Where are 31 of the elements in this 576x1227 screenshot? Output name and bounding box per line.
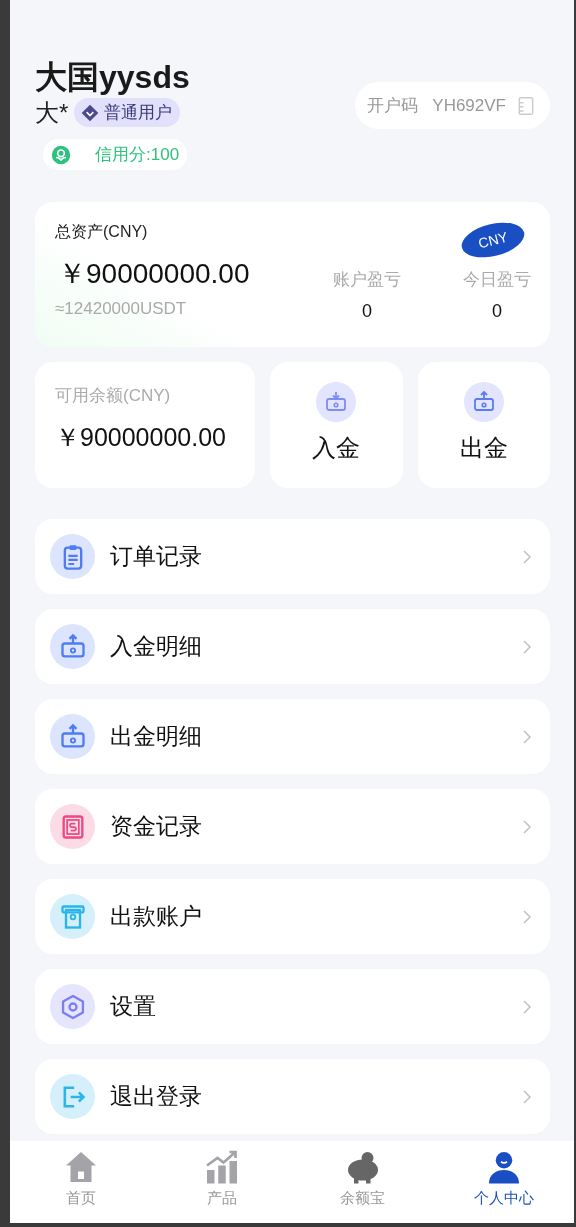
stat-label: 今日盈亏 [463,269,531,291]
user-name: 大国yysds [35,58,191,96]
bar-chart-icon [203,1149,240,1185]
tray-upload-icon [471,390,496,414]
level-badge: 普通用户 [74,98,181,127]
copy-icon [516,94,536,117]
masked-name: 大* [35,97,69,128]
balance-amount: ￥90000000.00 [55,422,227,453]
menu-item[interactable]: 出金明细 [35,699,550,774]
withdraw-button[interactable]: 出金 [417,362,550,488]
total-assets-amount: ￥90000000.00 [58,257,251,291]
menu-item[interactable]: 出款账户 [35,879,550,954]
flower-icon [51,144,71,165]
menu-item[interactable]: 退出登录 [35,1059,550,1134]
diamond-icon [80,102,101,123]
stat-value: 0 [492,301,502,322]
account-code-label: 开户码 [367,95,419,117]
menu-item[interactable]: 入金明细 [35,609,550,684]
tray-download-icon [324,390,349,414]
usdt-equivalent: ≈12420000USDT [55,299,188,319]
total-assets-label: 总资产(CNY) [55,222,149,242]
stat-value: 0 [362,301,372,322]
deposit-button[interactable]: 入金 [270,362,403,488]
menu-item[interactable]: 设置 [35,969,550,1044]
menu-item[interactable]: 资金记录 [35,789,550,864]
account-code: YH692VF [432,95,506,116]
balance-label: 可用余额(CNY) [55,385,172,407]
credit-score-pill: 信用分:100 [43,139,188,170]
tab[interactable]: 个人中心 [433,1141,574,1223]
stat-label: 账户盈亏 [333,269,401,291]
menu-item[interactable]: 订单记录 [35,519,550,594]
